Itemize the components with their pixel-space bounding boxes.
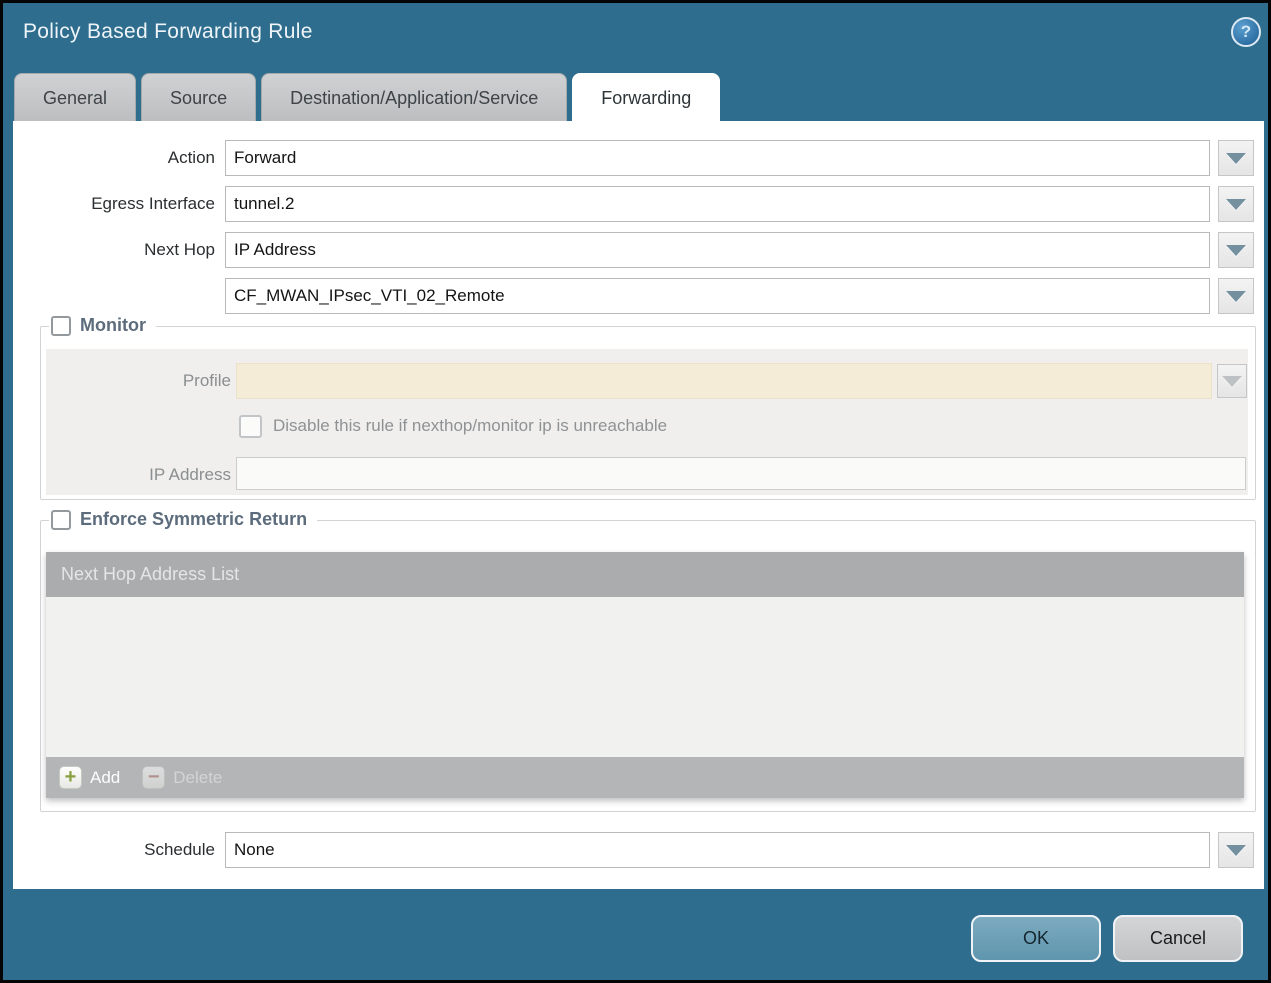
- dropdown-arrow-icon: [1226, 291, 1246, 302]
- profile-input[interactable]: [236, 363, 1212, 399]
- enforce-symmetric-return-legend: Enforce Symmetric Return: [49, 509, 317, 530]
- dialog-title: Policy Based Forwarding Rule: [23, 20, 313, 44]
- tab-forwarding[interactable]: Forwarding: [572, 73, 720, 122]
- next-hop-address-list-body: [46, 597, 1244, 757]
- tab-source[interactable]: Source: [141, 73, 256, 121]
- cancel-button[interactable]: Cancel: [1113, 915, 1243, 962]
- next-hop-address-dropdown-button[interactable]: [1218, 278, 1254, 314]
- enforce-symmetric-return-section: Enforce Symmetric Return Next Hop Addres…: [40, 520, 1256, 812]
- tab-bar: General Source Destination/Application/S…: [14, 73, 720, 121]
- dropdown-arrow-icon: [1226, 845, 1246, 856]
- profile-label: Profile: [46, 363, 231, 399]
- help-icon[interactable]: ?: [1231, 17, 1261, 47]
- monitor-ip-address-input[interactable]: [236, 457, 1246, 490]
- add-button[interactable]: Add: [59, 766, 120, 789]
- action-label: Action: [13, 140, 215, 176]
- action-dropdown-button[interactable]: [1218, 140, 1254, 176]
- dropdown-arrow-icon: [1226, 245, 1246, 256]
- egress-interface-dropdown-button[interactable]: [1218, 186, 1254, 222]
- monitor-ip-address-label: IP Address: [46, 457, 231, 493]
- disable-rule-checkbox[interactable]: [239, 415, 262, 438]
- next-hop-address-input[interactable]: [225, 278, 1210, 314]
- schedule-dropdown-button[interactable]: [1218, 832, 1254, 868]
- next-hop-address-list-header: Next Hop Address List: [46, 552, 1244, 597]
- tab-general[interactable]: General: [14, 73, 136, 121]
- add-button-label: Add: [90, 768, 120, 788]
- tab-destination-application-service[interactable]: Destination/Application/Service: [261, 73, 567, 121]
- monitor-legend: Monitor: [49, 315, 156, 336]
- dropdown-arrow-icon: [1226, 199, 1246, 210]
- next-hop-type-input[interactable]: [225, 232, 1210, 268]
- next-hop-label: Next Hop: [13, 232, 215, 268]
- monitor-section-label: Monitor: [80, 315, 146, 336]
- schedule-input[interactable]: [225, 832, 1210, 868]
- egress-interface-input[interactable]: [225, 186, 1210, 222]
- profile-dropdown-button[interactable]: [1217, 364, 1247, 398]
- egress-interface-label: Egress Interface: [13, 186, 215, 222]
- monitor-checkbox[interactable]: [51, 316, 71, 336]
- policy-based-forwarding-rule-dialog: Policy Based Forwarding Rule ? General S…: [0, 0, 1271, 983]
- dropdown-arrow-icon: [1222, 376, 1242, 387]
- action-input[interactable]: [225, 140, 1210, 176]
- next-hop-type-dropdown-button[interactable]: [1218, 232, 1254, 268]
- ok-button[interactable]: OK: [971, 915, 1101, 962]
- dropdown-arrow-icon: [1226, 153, 1246, 164]
- schedule-label: Schedule: [13, 832, 215, 868]
- delete-button[interactable]: Delete: [142, 766, 222, 789]
- delete-button-label: Delete: [173, 768, 222, 788]
- monitor-section: Monitor Profile IP Address Disable this …: [40, 326, 1256, 500]
- delete-icon: [142, 766, 165, 789]
- enforce-symmetric-return-label: Enforce Symmetric Return: [80, 509, 307, 530]
- enforce-symmetric-return-checkbox[interactable]: [51, 510, 71, 530]
- disable-rule-label: Disable this rule if nexthop/monitor ip …: [273, 411, 667, 441]
- next-hop-address-list-toolbar: Add Delete: [46, 757, 1244, 798]
- forwarding-tab-panel: Action Egress Interface Next Hop Monitor: [13, 121, 1264, 889]
- next-hop-address-list-table: Next Hop Address List Add Delete: [46, 552, 1244, 798]
- add-icon: [59, 766, 82, 789]
